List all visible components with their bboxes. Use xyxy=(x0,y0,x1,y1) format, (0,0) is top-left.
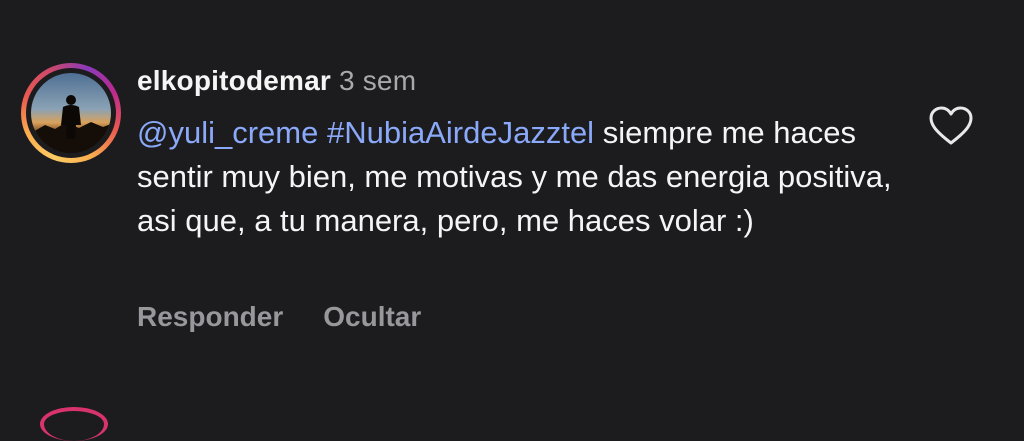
username-link[interactable]: elkopitodemar xyxy=(137,65,331,96)
comment-timestamp: 3 sem xyxy=(338,65,417,96)
comment-body: @yuli_creme #NubiaAirdeJazztel siempre m… xyxy=(137,111,907,243)
reply-button[interactable]: Responder xyxy=(137,299,283,335)
heart-outline-icon[interactable] xyxy=(928,105,974,147)
hide-button[interactable]: Ocultar xyxy=(323,299,421,335)
comment-actions: Responder Ocultar xyxy=(137,299,421,335)
mention-link[interactable]: @yuli_creme xyxy=(137,115,318,150)
next-comment-avatar-ring xyxy=(40,407,108,441)
avatar-photo xyxy=(31,73,111,153)
avatar xyxy=(31,73,111,153)
comment-header: elkopitodemar 3 sem xyxy=(137,63,416,99)
avatar-ring-gap xyxy=(26,68,116,158)
comment-item: elkopitodemar 3 sem @yuli_creme #NubiaAir… xyxy=(0,0,1024,441)
story-ring-avatar[interactable] xyxy=(21,63,121,163)
hashtag-link[interactable]: #NubiaAirdeJazztel xyxy=(327,115,594,150)
